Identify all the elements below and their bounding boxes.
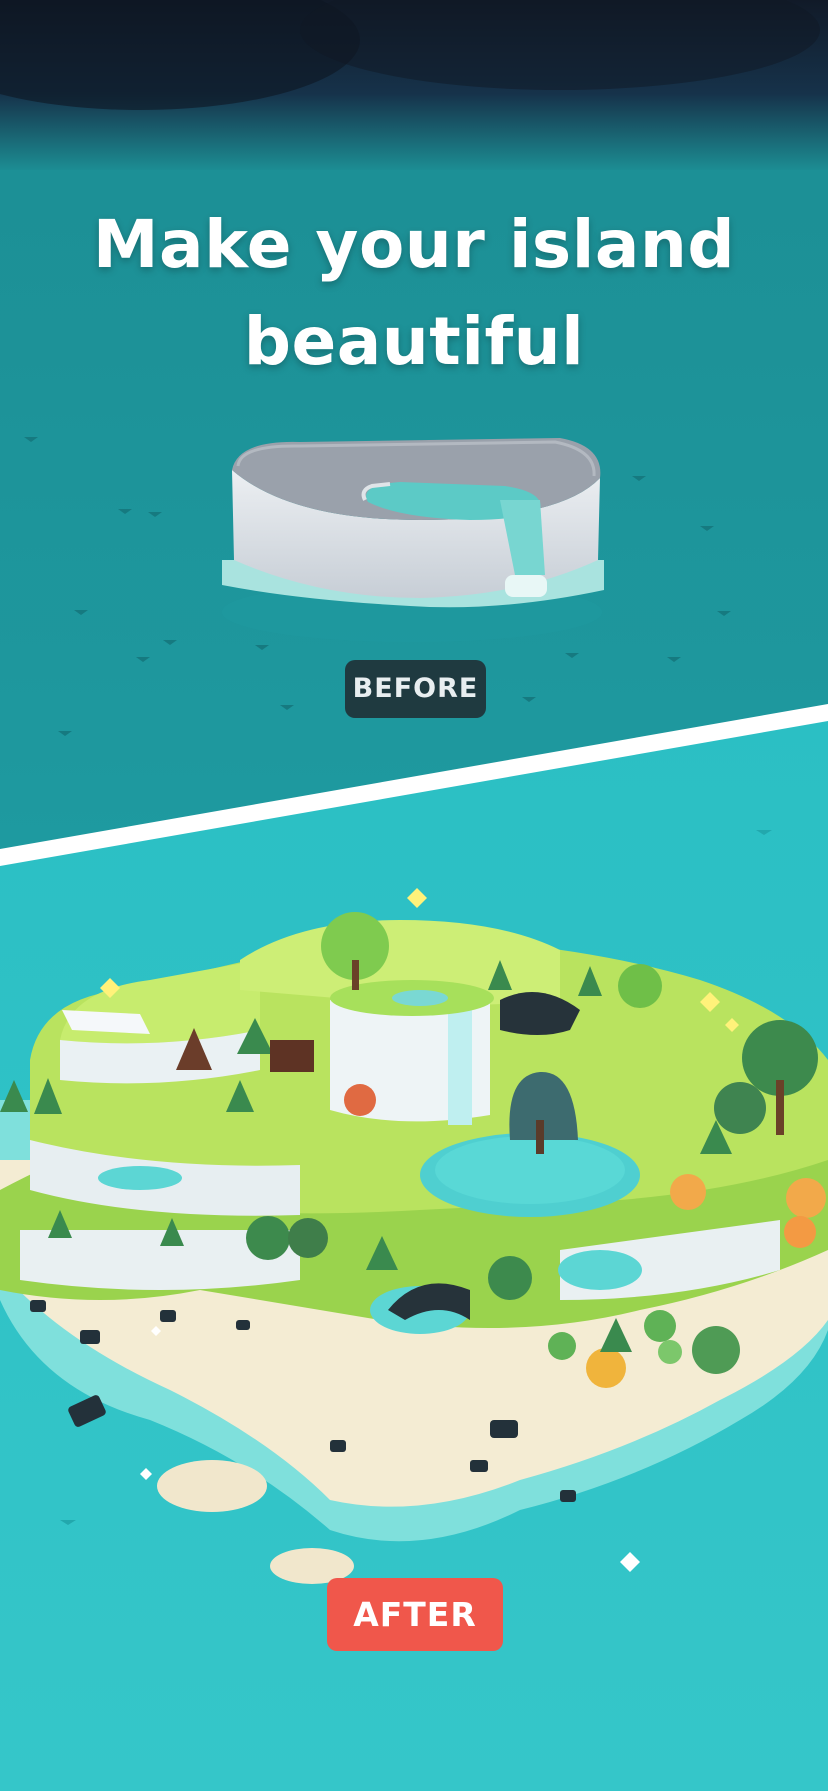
headline-line-2: beautiful: [243, 303, 585, 380]
after-badge: AFTER: [327, 1578, 503, 1651]
page-headline: Make your island beautiful: [0, 196, 828, 390]
app-store-screenshot: Make your island beautiful BEFORE AFTER: [0, 0, 828, 1791]
before-badge: BEFORE: [345, 660, 486, 718]
barren-island: [222, 438, 604, 642]
headline-line-1: Make your island: [92, 206, 736, 283]
